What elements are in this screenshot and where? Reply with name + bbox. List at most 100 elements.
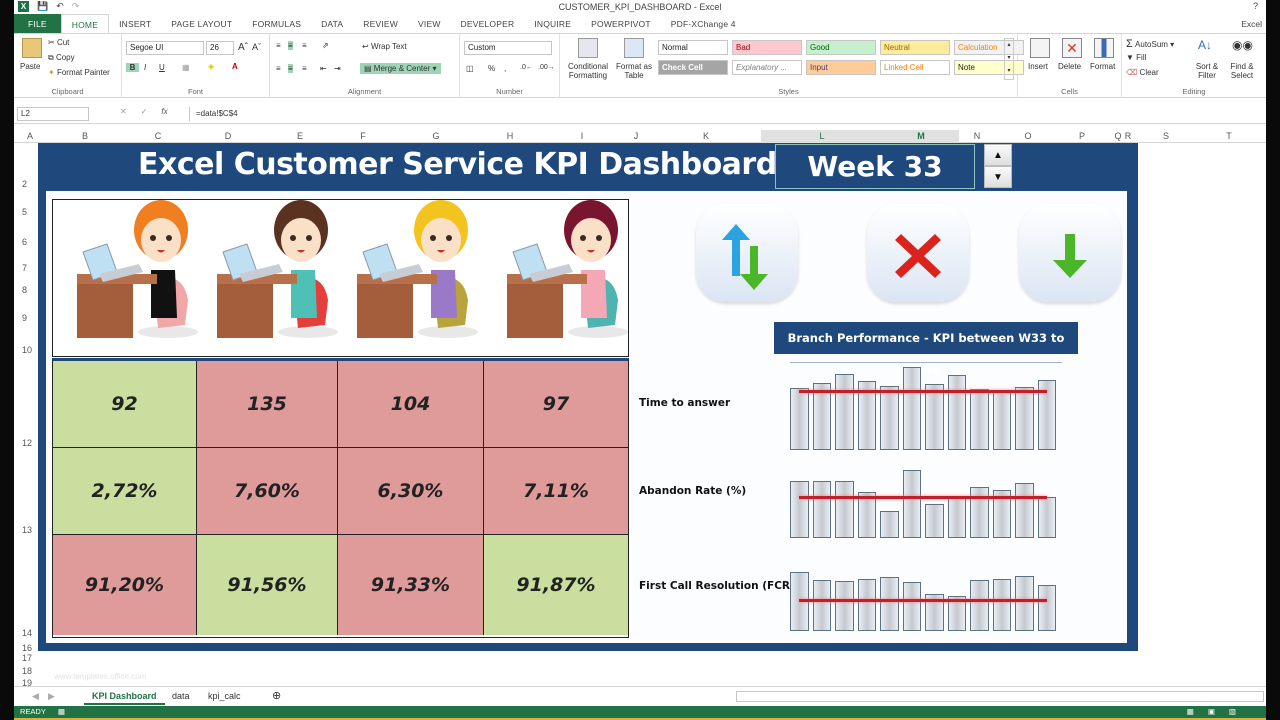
row-header[interactable]: 14 [22,628,32,638]
tab-pdf-xchange[interactable]: PDF-XChange 4 [661,14,746,33]
macro-record-icon[interactable]: ▦ [58,707,65,716]
comma-style-button[interactable]: , [504,64,506,73]
bold-button[interactable]: B [126,63,139,72]
row-header[interactable]: 16 [22,643,32,653]
copy-button[interactable]: ⧉ Copy [48,53,75,63]
row-header[interactable]: 9 [22,313,27,323]
column-header[interactable]: H [507,131,514,141]
kpi-cell[interactable]: 97 [484,361,628,448]
accounting-format-icon[interactable]: ◫ [466,64,474,73]
row-header[interactable]: 13 [22,525,32,535]
account-label[interactable]: Excel [1241,14,1266,33]
number-format-select[interactable]: Custom [464,41,552,55]
conditional-formatting-icon[interactable] [578,38,598,58]
column-header[interactable]: L [819,131,824,141]
sheet-tab-kpi-dashboard[interactable]: KPI Dashboard [84,687,165,705]
tab-data[interactable]: DATA [311,14,353,33]
cancel-icon[interactable]: ✕ [120,107,127,121]
align-left-icon[interactable]: ≡ [276,64,281,73]
autosum-button[interactable]: Σ AutoSum ▾ [1126,38,1174,50]
column-header[interactable]: A [27,131,33,141]
tab-powerpivot[interactable]: POWERPIVOT [581,14,661,33]
align-right-icon[interactable]: ≡ [302,64,307,73]
enter-icon[interactable]: ✓ [141,107,148,121]
name-box[interactable]: L2 [17,107,89,121]
formula-input[interactable]: =data!$C$4 [189,107,1259,121]
cell-style-option[interactable]: Explanatory ... [732,60,802,75]
tab-view[interactable]: VIEW [408,14,451,33]
decrease-decimal-icon[interactable]: .00→ [538,64,555,71]
row-header[interactable]: 12 [22,438,32,448]
find-select-button[interactable]: Find & Select [1224,62,1260,80]
cell-style-option[interactable]: Good [806,40,876,55]
cell-style-option[interactable]: Neutral [880,40,950,55]
column-header[interactable]: E [297,131,303,141]
kpi-cell[interactable]: 104 [338,361,484,448]
normal-view-icon[interactable]: ▦ [1187,706,1194,718]
font-color-icon[interactable]: A [232,62,238,71]
column-header[interactable]: P [1079,131,1085,141]
borders-icon[interactable]: ▦ [182,63,190,72]
align-middle-icon[interactable]: ≡ [288,41,293,50]
column-header[interactable]: G [432,131,439,141]
align-center-icon[interactable]: ≡ [288,64,293,73]
kpi-cell[interactable]: 91,20% [53,535,197,635]
column-header[interactable]: I [581,131,584,141]
kpi-cell[interactable]: 135 [197,361,338,448]
scroll-sheets-right-icon[interactable]: ▶ [40,687,63,705]
percent-style-button[interactable]: % [488,64,495,73]
sort-filter-icon[interactable]: A↓ [1198,38,1212,52]
column-header[interactable]: B [82,131,88,141]
paste-icon[interactable] [22,38,42,58]
week-selector-cell[interactable]: Week 33 [775,144,975,189]
row-header[interactable]: 18 [22,666,32,676]
decrease-indent-icon[interactable]: ⇤ [320,64,327,73]
sheet-tab-data[interactable]: data [164,687,198,705]
merge-center-button[interactable]: ▤ Merge & Center ▾ [360,63,441,74]
week-down-button[interactable]: ▼ [984,166,1012,188]
wrap-text-button[interactable]: ↩ Wrap Text [362,42,407,51]
tab-page-layout[interactable]: PAGE LAYOUT [161,14,242,33]
clear-button[interactable]: ⌫ Clear [1126,68,1159,77]
row-header[interactable]: 7 [22,263,27,273]
grow-font-icon[interactable]: Aˆ [238,42,248,53]
align-top-icon[interactable]: ≡ [276,41,281,50]
kpi-cell[interactable]: 2,72% [53,448,197,535]
row-header[interactable]: 5 [22,207,27,217]
orientation-icon[interactable]: ⇗ [322,41,329,50]
styles-gallery-scroll[interactable]: ▴ ▾ ▾ [1004,38,1014,80]
column-header[interactable]: K [703,131,709,141]
align-bottom-icon[interactable]: ≡ [302,41,307,50]
column-header[interactable]: D [225,131,232,141]
column-header[interactable]: F [360,131,366,141]
fill-color-icon[interactable]: ◈ [208,62,214,71]
page-layout-view-icon[interactable]: ▣ [1208,706,1215,718]
underline-button[interactable]: U [159,63,165,72]
tab-file[interactable]: FILE [14,14,61,33]
cell-style-option[interactable]: Bad [732,40,802,55]
new-sheet-button[interactable]: ⊕ [264,687,289,705]
format-painter-button[interactable]: ✦ Format Painter [48,68,110,77]
sheet-tab-kpi-calc[interactable]: kpi_calc [200,687,249,705]
kpi-cell[interactable]: 91,33% [338,535,484,635]
help-button[interactable]: ? [1253,1,1258,11]
paste-button[interactable]: Paste [20,62,40,71]
tab-home[interactable]: HOME [60,14,110,33]
fill-button[interactable]: ▼ Fill [1126,53,1146,62]
insert-cells-button[interactable]: Insert [1028,62,1048,71]
horizontal-scrollbar[interactable] [736,691,1264,702]
cell-style-option[interactable]: Normal [658,40,728,55]
kpi-cell[interactable]: 6,30% [338,448,484,535]
increase-indent-icon[interactable]: ⇥ [334,64,341,73]
font-family-select[interactable]: Segoe UI [126,41,204,55]
tab-insert[interactable]: INSERT [109,14,161,33]
column-header[interactable]: C [155,131,162,141]
column-header[interactable]: N [974,131,981,141]
column-header[interactable]: Q [1114,131,1121,141]
format-cells-button[interactable]: Format [1090,62,1115,71]
format-as-table-button[interactable]: Format as Table [614,62,654,80]
delete-cells-icon[interactable]: ✕ [1062,38,1082,58]
kpi-cell[interactable]: 91,87% [484,535,628,635]
tab-developer[interactable]: DEVELOPER [451,14,525,33]
column-header[interactable]: M [917,131,925,141]
